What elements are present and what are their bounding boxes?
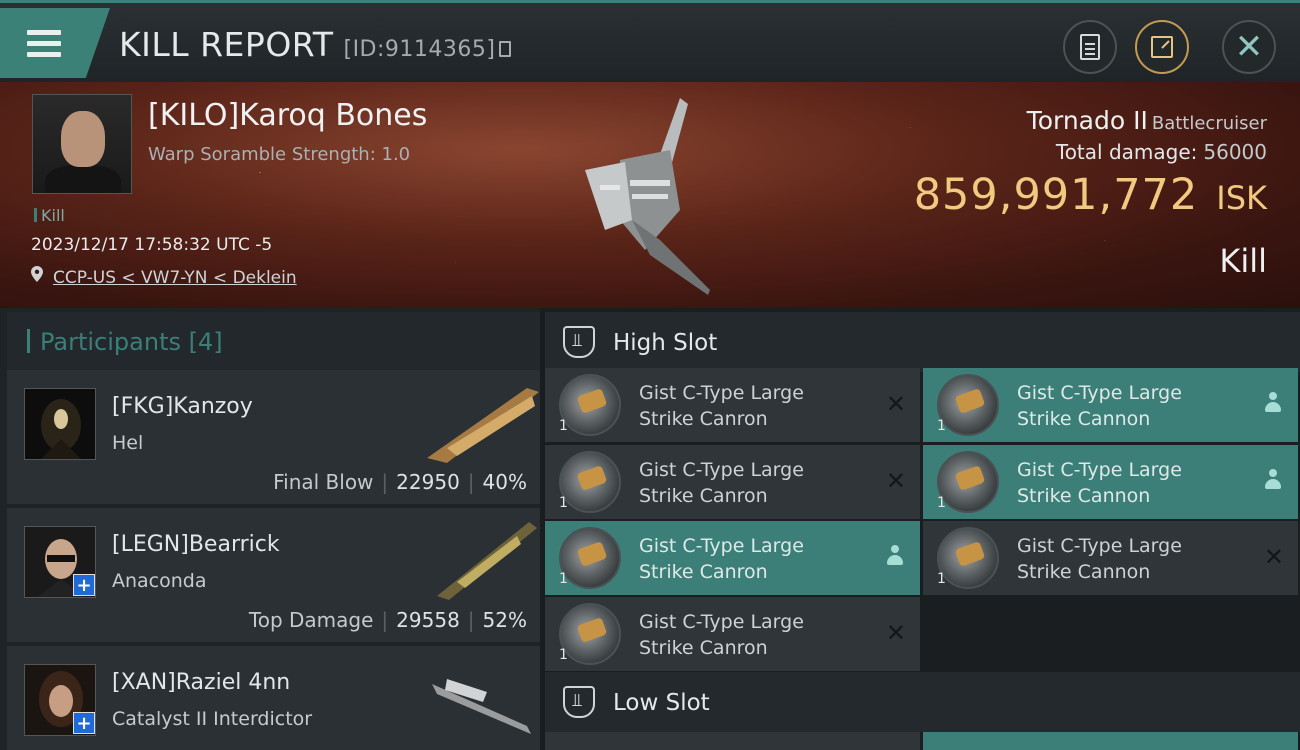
ship-name: Tornado II Battlecruiser bbox=[1026, 106, 1267, 135]
participant-ship: Anaconda bbox=[112, 570, 207, 592]
participant-stats: Final Blow | 22950 | 40% bbox=[273, 470, 527, 494]
participant-role: Final Blow bbox=[273, 470, 374, 494]
participants-title: Participants [4] bbox=[27, 328, 223, 356]
victim-name[interactable]: [KILO]Karoq Bones bbox=[148, 98, 427, 133]
low-slot-label: Low Slot bbox=[613, 690, 710, 716]
hamburger-icon bbox=[27, 30, 61, 63]
module-name: Gist C-Type Large Strike Canron bbox=[639, 382, 804, 430]
module-name: Gist C-Type Large Strike Canron bbox=[639, 611, 804, 659]
participant-percent: 40% bbox=[482, 470, 527, 494]
participant-damage: 22950 bbox=[396, 470, 460, 494]
share-icon bbox=[1151, 36, 1173, 58]
dropped-person-icon bbox=[1264, 392, 1282, 416]
participant-row[interactable]: + [LEGN]Bearrick Anaconda Top Damage | 295… bbox=[7, 508, 540, 642]
module-slot[interactable]: 1 Gist C-Type Large Strike Cannon ✕ bbox=[923, 521, 1298, 595]
participant-name[interactable]: [LEGN]Bearrick bbox=[112, 532, 280, 557]
participant-ship: Catalyst II Interdictor bbox=[112, 708, 313, 730]
participant-damage: 29558 bbox=[396, 608, 460, 632]
destroyed-icon: ✕ bbox=[885, 619, 906, 647]
module-slot[interactable]: 1 Gist C-Type Large Strike Canron ✕ bbox=[545, 445, 920, 519]
module-quantity: 1 bbox=[559, 571, 568, 587]
menu-button[interactable] bbox=[0, 8, 110, 78]
module-quantity: 1 bbox=[559, 418, 568, 434]
participant-percent: 52% bbox=[482, 608, 527, 632]
participants-panel: Participants [4] [FKG]Kanzoy Hel Final B… bbox=[0, 308, 540, 750]
cannon-module-icon bbox=[559, 603, 621, 665]
clipboard-button[interactable] bbox=[1063, 20, 1117, 74]
module-slot[interactable]: 1 Gist C-Type Large Strike Canron bbox=[545, 521, 920, 595]
report-id: [ID:9114365] bbox=[343, 37, 496, 62]
module-name: Gist C-Type Large Strike Cannon bbox=[1017, 535, 1182, 583]
isk-amount: 859,991,772 bbox=[913, 170, 1199, 220]
cannon-module-icon bbox=[937, 451, 999, 513]
result-label: Kill bbox=[1219, 242, 1267, 280]
top-bar: KILL REPORT [ID:9114365] ✕ bbox=[0, 0, 1300, 82]
module-name: Gist C-Type Large Strike Cannon bbox=[1017, 459, 1182, 507]
total-damage-value: 56000 bbox=[1203, 140, 1267, 164]
victim-panel: [KILO]Karoq Bones Warp Soramble Strength… bbox=[0, 82, 1300, 308]
participant-name[interactable]: [FKG]Kanzoy bbox=[112, 394, 253, 419]
total-damage: Total damage: 56000 bbox=[1055, 140, 1267, 164]
module-slot[interactable] bbox=[545, 732, 920, 750]
victim-subtitle: Warp Soramble Strength: 1.0 bbox=[148, 144, 411, 165]
module-quantity: 1 bbox=[937, 571, 946, 587]
participant-role: Top Damage bbox=[248, 608, 374, 632]
module-quantity: 1 bbox=[937, 418, 946, 434]
module-quantity: 1 bbox=[559, 495, 568, 511]
plus-icon: + bbox=[73, 712, 95, 734]
module-slot[interactable]: 1 Gist C-Type Large Strike Canron ✕ bbox=[545, 597, 920, 671]
participant-ship-image bbox=[432, 679, 531, 734]
destroyed-icon: ✕ bbox=[1263, 543, 1284, 571]
victim-avatar[interactable] bbox=[32, 94, 132, 194]
plus-icon: + bbox=[73, 574, 95, 596]
participants-header: Participants [4] bbox=[7, 312, 540, 370]
destroyed-icon: ✕ bbox=[885, 390, 906, 418]
module-slot[interactable]: 1 Gist C-Type Large Strike Canron ✕ bbox=[545, 368, 920, 442]
participant-name[interactable]: [XAN]Raziel 4nn bbox=[112, 670, 290, 695]
participant-ship-image bbox=[427, 388, 539, 463]
module-slot[interactable]: 1 Gist C-Type Large Strike Cannon bbox=[923, 445, 1298, 519]
module-name: Gist C-Type Large Strike Cannon bbox=[1017, 382, 1182, 430]
module-quantity: 1 bbox=[559, 647, 568, 663]
victim-ship-image bbox=[585, 98, 710, 295]
module-slot[interactable]: 1 Gist C-Type Large Strike Cannon bbox=[923, 368, 1298, 442]
participant-row[interactable]: [FKG]Kanzoy Hel Final Blow | 22950 | 40% bbox=[7, 370, 540, 504]
module-name: Gist C-Type Large Strike Canron bbox=[639, 535, 804, 583]
participant-avatar[interactable] bbox=[24, 388, 96, 460]
participant-ship-image bbox=[437, 522, 537, 600]
clipboard-icon bbox=[1080, 34, 1100, 60]
page-title: KILL REPORT [ID:9114365] bbox=[119, 25, 512, 64]
cannon-module-icon bbox=[937, 374, 999, 436]
isk-value: 859,991,772 ISK bbox=[914, 170, 1267, 220]
kill-tag: Kill bbox=[34, 206, 65, 225]
participant-ship: Hel bbox=[112, 432, 144, 454]
low-slot-icon bbox=[563, 686, 595, 718]
close-button[interactable]: ✕ bbox=[1222, 20, 1276, 74]
kill-timestamp: 2023/12/17 17:58:32 UTC -5 bbox=[31, 235, 273, 255]
participant-stats: Top Damage | 29558 | 52% bbox=[248, 608, 527, 632]
cannon-module-icon bbox=[559, 374, 621, 436]
dropped-person-icon bbox=[886, 545, 904, 569]
destroyed-icon: ✕ bbox=[885, 467, 906, 495]
module-slot[interactable] bbox=[923, 732, 1298, 750]
dropped-person-icon bbox=[1264, 469, 1282, 493]
high-slot-label: High Slot bbox=[613, 330, 718, 356]
ship-class: Battlecruiser bbox=[1151, 113, 1267, 134]
location-pin-icon bbox=[31, 266, 43, 282]
high-slot-header[interactable]: High Slot bbox=[545, 312, 1300, 372]
participant-row[interactable]: + [XAN]Raziel 4nn Catalyst II Interdicto… bbox=[7, 646, 540, 750]
isk-unit: ISK bbox=[1216, 179, 1267, 217]
module-quantity: 1 bbox=[937, 495, 946, 511]
cannon-module-icon bbox=[559, 527, 621, 589]
location-link[interactable]: CCP-US < VW7-YN < Deklein bbox=[53, 268, 297, 288]
cannon-module-icon bbox=[937, 527, 999, 589]
low-slot-header[interactable]: Low Slot bbox=[545, 672, 1300, 732]
copy-icon[interactable] bbox=[499, 41, 512, 57]
fitting-panel: High Slot 1 Gist C-Type LargeStrike Canr… bbox=[545, 308, 1300, 750]
close-icon: ✕ bbox=[1234, 27, 1264, 67]
module-name: Gist C-Type Large Strike Canron bbox=[639, 459, 804, 507]
high-slot-icon bbox=[563, 326, 595, 358]
cannon-module-icon bbox=[559, 451, 621, 513]
share-button[interactable] bbox=[1135, 20, 1189, 74]
